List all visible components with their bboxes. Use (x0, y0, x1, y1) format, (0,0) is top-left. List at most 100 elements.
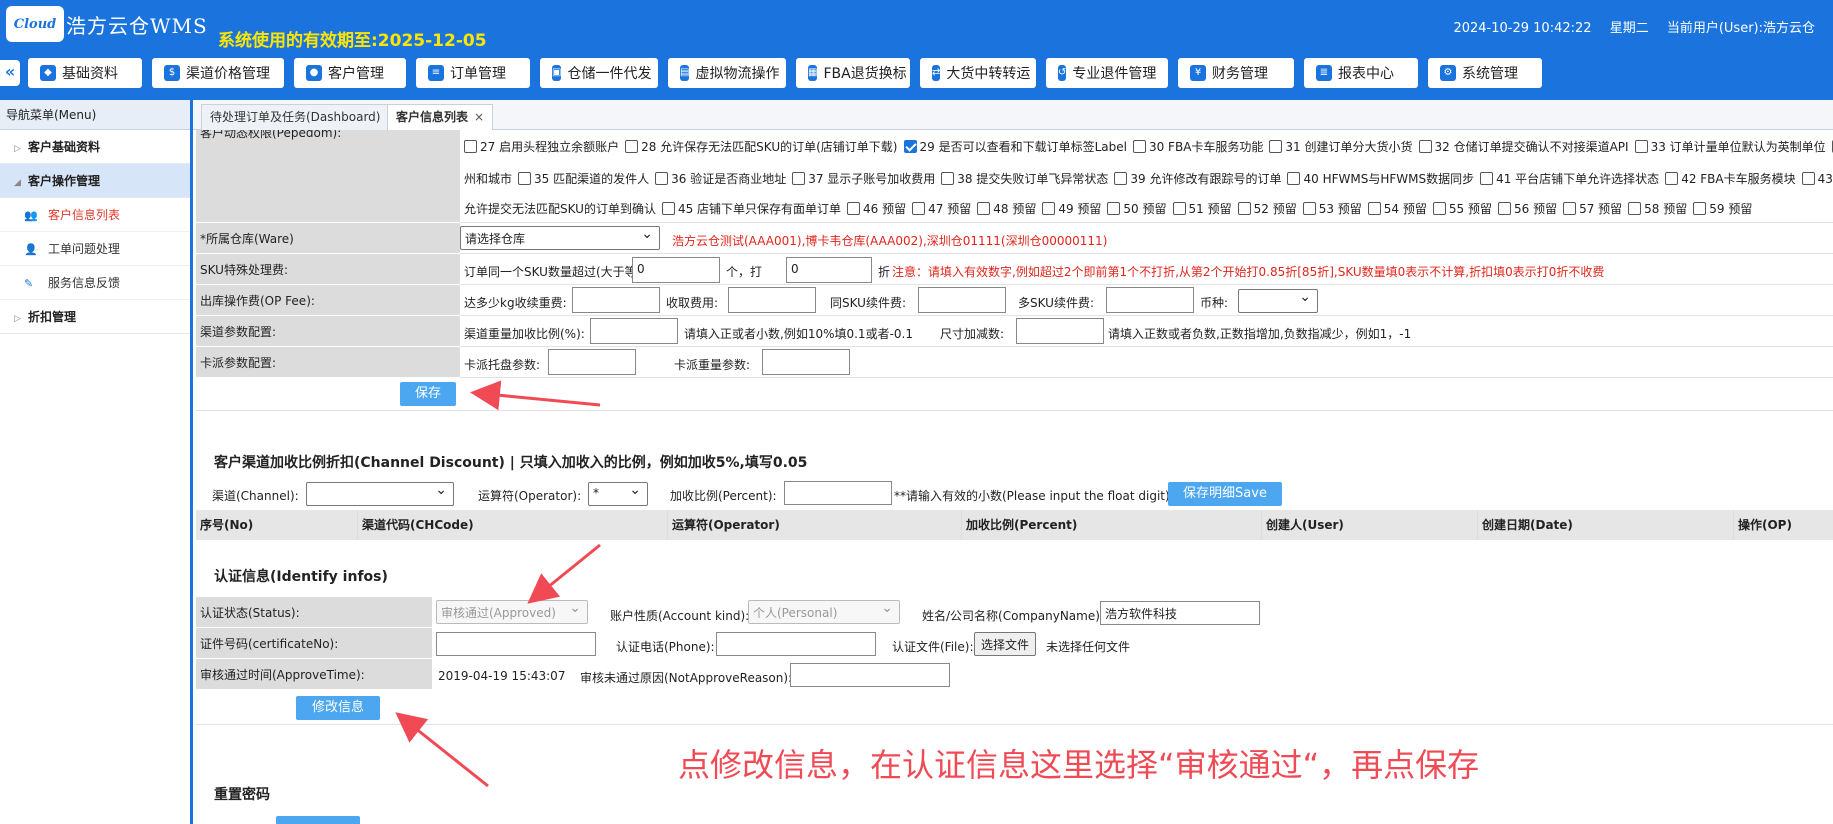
phone-input[interactable] (716, 632, 876, 656)
perm-option[interactable]: 30 FBA卡车服务功能 (1132, 140, 1263, 154)
checkbox[interactable] (625, 140, 639, 153)
reason-input[interactable] (790, 663, 950, 687)
perm-option[interactable]: 28 允许保存无法匹配SKU的订单(店铺订单下载) (625, 140, 898, 154)
operator-select[interactable]: * (588, 482, 648, 506)
checkbox[interactable] (1563, 202, 1577, 215)
perm-option[interactable]: 53 预留 (1302, 202, 1362, 216)
collapse-menu-button[interactable]: « (0, 60, 20, 86)
ware-select[interactable]: 请选择仓库 (460, 226, 660, 250)
checkbox[interactable] (941, 172, 955, 185)
perm-option[interactable]: 29 是否可以查看和下载订单标签Label (903, 140, 1127, 154)
save-detail-button[interactable]: 保存明细Save (1168, 482, 1282, 506)
sidebar-group-customer-ops[interactable]: ◢ 客户操作管理 (0, 164, 190, 198)
menu-finance[interactable]: ¥ 财务管理 (1178, 58, 1294, 88)
checkbox[interactable] (1107, 202, 1121, 215)
save-button[interactable]: 保存 (400, 382, 456, 406)
opfee-weight-input[interactable] (572, 287, 660, 313)
checkbox[interactable] (518, 172, 532, 185)
perm-option[interactable]: 37 显示子账号加收费用 (792, 172, 935, 186)
sidebar-group-discount[interactable]: ▷ 折扣管理 (0, 300, 190, 334)
close-icon[interactable]: × (474, 110, 484, 124)
checkbox[interactable] (847, 202, 861, 215)
sidebar-group-customer-basic[interactable]: ▷ 客户基础资料 (0, 130, 190, 164)
perm-option[interactable]: 42 FBA卡车服务模块 (1665, 172, 1796, 186)
status-select[interactable]: 审核通过(Approved) (436, 600, 588, 624)
perm-option[interactable]: 59 预留 (1693, 202, 1752, 216)
truck-weight-input[interactable] (762, 349, 850, 375)
choose-file-button[interactable]: 选择文件 (974, 632, 1037, 656)
checkbox[interactable] (1432, 202, 1446, 215)
checkbox[interactable] (903, 140, 917, 153)
checkbox[interactable] (464, 140, 477, 153)
perm-option[interactable]: 27 启用头程独立余额账户 (464, 140, 619, 154)
perm-option[interactable]: 58 预留 (1628, 202, 1687, 216)
perm-option[interactable]: 33 订单计量单位默认为英制单位 (1634, 140, 1826, 154)
perm-option[interactable]: 43 SKU未 (1801, 172, 1833, 186)
checkbox[interactable] (1042, 202, 1056, 215)
menu-reports[interactable]: ≣ 报表中心 (1304, 58, 1418, 88)
menu-system[interactable]: ⚙ 系统管理 (1428, 58, 1542, 88)
checkbox[interactable] (1665, 172, 1679, 185)
checkbox[interactable] (1628, 202, 1642, 215)
perm-option[interactable]: 47 预留 (912, 202, 971, 216)
checkbox[interactable] (1367, 202, 1381, 215)
checkbox[interactable] (1634, 140, 1648, 153)
menu-fba-return[interactable]: ▦ FBA退货换标 (796, 58, 910, 88)
menu-dropship[interactable]: ▣ 仓储一件代发 (540, 58, 658, 88)
checkbox[interactable] (1418, 140, 1432, 153)
perm-option[interactable]: 51 预留 (1172, 202, 1232, 216)
sku-discount-input[interactable]: 0 (786, 257, 872, 283)
checkbox[interactable] (1132, 140, 1146, 153)
perm-option[interactable]: 41 平台店铺下单允许选择状态 (1480, 172, 1659, 186)
perm-option[interactable]: 46 预留 (847, 202, 906, 216)
checkbox[interactable] (1801, 172, 1815, 185)
perm-option[interactable]: 55 预留 (1432, 202, 1492, 216)
checkbox[interactable] (1480, 172, 1494, 185)
checkbox[interactable] (1114, 172, 1128, 185)
channel-select[interactable] (306, 482, 454, 506)
perm-option[interactable]: 49 预留 (1042, 202, 1101, 216)
checkbox[interactable] (1497, 202, 1511, 215)
checkbox[interactable] (977, 202, 991, 215)
perm-option[interactable]: 45 店铺下单只保存有面单订单 (661, 202, 841, 216)
tab-customer-list[interactable]: 客户信息列表 × (387, 104, 494, 130)
perm-option[interactable]: 32 仓储订单提交确认不对接渠道API (1418, 140, 1629, 154)
checkbox[interactable] (1237, 202, 1251, 215)
sidebar-item-feedback[interactable]: ✎ 服务信息反馈 (0, 266, 190, 300)
chw-ratio-input[interactable] (590, 318, 678, 344)
perm-option[interactable]: 31 创建订单分大货小货 (1269, 140, 1413, 154)
menu-orders[interactable]: ≡ 订单管理 (416, 58, 530, 88)
perm-option[interactable]: 50 预留 (1107, 202, 1167, 216)
opfee-same-sku-input[interactable] (918, 287, 1006, 313)
menu-returns[interactable]: ↺ 专业退件管理 (1046, 58, 1168, 88)
menu-bulk-transfer[interactable]: ⇄ 大货中转转运 (920, 58, 1036, 88)
perm-option[interactable]: 38 提交失败订单飞异常状态 (941, 172, 1108, 186)
sku-qty-input[interactable]: 0 (632, 257, 720, 283)
checkbox[interactable] (655, 172, 669, 185)
percent-input[interactable] (784, 481, 892, 505)
menu-basic-data[interactable]: ◆ 基础资料 (28, 58, 142, 88)
company-input[interactable]: 浩方软件科技 (1100, 601, 1260, 625)
cert-input[interactable] (436, 632, 596, 656)
chw-size-input[interactable] (1016, 318, 1104, 344)
perm-option[interactable]: 48 预留 (977, 202, 1036, 216)
sidebar-item-customer-list[interactable]: 👥 客户信息列表 (0, 198, 190, 232)
checkbox[interactable] (1287, 172, 1301, 185)
perm-option[interactable]: 57 预留 (1563, 202, 1622, 216)
perm-option[interactable]: 39 允许修改有跟踪号的订单 (1114, 172, 1281, 186)
modify-info-button[interactable]: 修改信息 (296, 696, 380, 720)
perm-option[interactable]: 36 验证是否商业地址 (655, 172, 786, 186)
checkbox[interactable] (661, 202, 675, 215)
account-select[interactable]: 个人(Personal) (748, 600, 900, 624)
checkbox[interactable] (1172, 202, 1186, 215)
opfee-multi-sku-input[interactable] (1106, 287, 1194, 313)
perm-option[interactable]: 54 预留 (1367, 202, 1427, 216)
menu-virtual-logistics[interactable]: ▤ 虚拟物流操作 (668, 58, 786, 88)
currency-select[interactable] (1238, 289, 1318, 313)
checkbox[interactable] (792, 172, 806, 185)
reset-password-button[interactable] (276, 816, 360, 824)
truck-pallet-input[interactable] (548, 349, 636, 375)
perm-option[interactable]: 40 HFWMS与HFWMS数据同步 (1287, 172, 1474, 186)
tab-dashboard[interactable]: 待处理订单及任务(Dashboard) (201, 104, 390, 130)
sidebar-item-tickets[interactable]: 👤 工单问题处理 (0, 232, 190, 266)
